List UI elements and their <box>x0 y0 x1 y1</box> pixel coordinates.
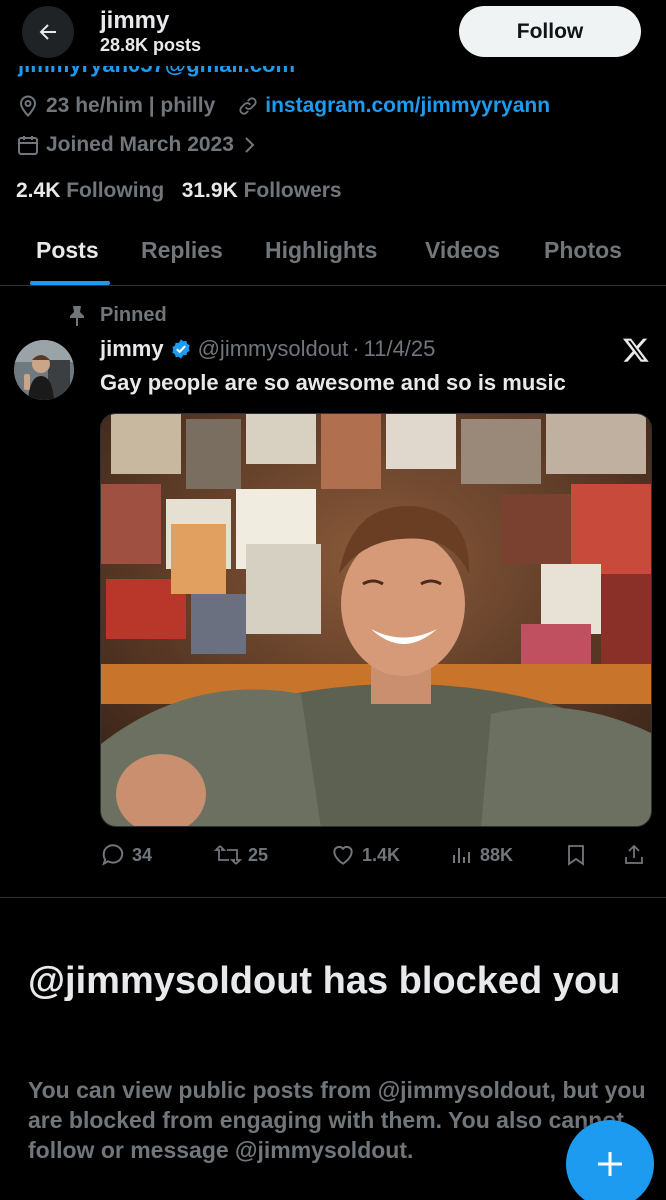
pinned-indicator: Pinned <box>68 304 167 327</box>
pin-icon <box>70 305 84 326</box>
tab-posts[interactable]: Posts <box>36 237 99 264</box>
share-icon <box>625 844 643 864</box>
profile-website-link[interactable]: instagram.com/jimmyyryann <box>265 94 550 118</box>
blocked-title: @jimmysoldout has blocked you <box>28 960 621 1002</box>
repost-icon <box>214 845 242 865</box>
repost-count: 25 <box>248 844 269 865</box>
views-count: 88K <box>480 844 514 865</box>
followers-count[interactable]: 31.9K <box>182 179 238 202</box>
reply-icon <box>102 844 124 866</box>
tab-replies[interactable]: Replies <box>141 237 223 264</box>
views-icon <box>453 848 470 863</box>
post-actions: 34 25 1.4K 88K <box>100 838 652 874</box>
chevron-right-icon <box>245 137 255 153</box>
back-button[interactable] <box>22 6 74 58</box>
tab-highlights[interactable]: Highlights <box>265 237 377 264</box>
blocked-message: You can view public posts from @jimmysol… <box>28 1077 646 1163</box>
views-button[interactable]: 88K <box>450 842 513 868</box>
like-button[interactable]: 1.4K <box>330 842 400 868</box>
divider <box>0 897 666 898</box>
reply-count: 34 <box>132 844 153 865</box>
post-date[interactable]: 11/4/25 <box>364 336 436 362</box>
following-label[interactable]: Following <box>66 179 164 202</box>
calendar-icon <box>18 136 38 155</box>
profile-location: 23 he/him | philly <box>46 94 216 117</box>
pinned-label: Pinned <box>100 304 167 326</box>
posts-count: 28.8K posts <box>100 35 202 55</box>
followers-label[interactable]: Followers <box>244 179 342 202</box>
repost-button[interactable]: 25 <box>214 842 268 868</box>
verified-badge-icon <box>171 339 190 359</box>
joined-date: Joined March 2023 <box>46 133 234 156</box>
compose-button[interactable] <box>566 1120 654 1200</box>
profile-name-header: jimmy <box>100 7 170 34</box>
back-arrow-icon <box>39 24 56 40</box>
link-icon <box>239 97 257 115</box>
profile-tabs: Posts Replies Highlights Videos Photos <box>0 225 666 286</box>
like-count: 1.4K <box>362 844 401 865</box>
bookmark-icon <box>568 845 584 866</box>
reply-button[interactable]: 34 <box>100 842 152 868</box>
location-icon <box>19 95 37 117</box>
joined-row[interactable]: Joined March 2023 <box>16 133 256 157</box>
post-author-name[interactable]: jimmy <box>100 336 164 362</box>
bookmark-button[interactable] <box>564 842 588 868</box>
post-author-handle[interactable]: @jimmysoldout <box>198 336 349 362</box>
like-icon <box>333 845 353 865</box>
follow-stats: 2.4K Following 31.9K Followers <box>16 179 342 203</box>
avatar[interactable] <box>14 340 74 400</box>
post-photo[interactable] <box>100 413 652 827</box>
x-logo-icon <box>622 336 650 364</box>
post-text: Gay people are so awesome and so is musi… <box>100 370 566 395</box>
active-tab-indicator <box>30 281 110 285</box>
follow-button[interactable]: Follow <box>459 6 641 57</box>
profile-meta-row: 23 he/him | philly instagram.com/jimmyyr… <box>16 94 550 118</box>
compose-plus-icon <box>598 1152 622 1176</box>
tab-videos[interactable]: Videos <box>425 237 500 264</box>
share-button[interactable] <box>622 842 646 868</box>
following-count[interactable]: 2.4K <box>16 179 60 202</box>
top-bar: jimmy 28.8K posts Follow <box>0 0 666 66</box>
post-separator: · <box>352 336 360 361</box>
post-header: jimmy @jimmysoldout · 11/4/25 <box>100 336 435 362</box>
tab-photos[interactable]: Photos <box>544 237 622 264</box>
